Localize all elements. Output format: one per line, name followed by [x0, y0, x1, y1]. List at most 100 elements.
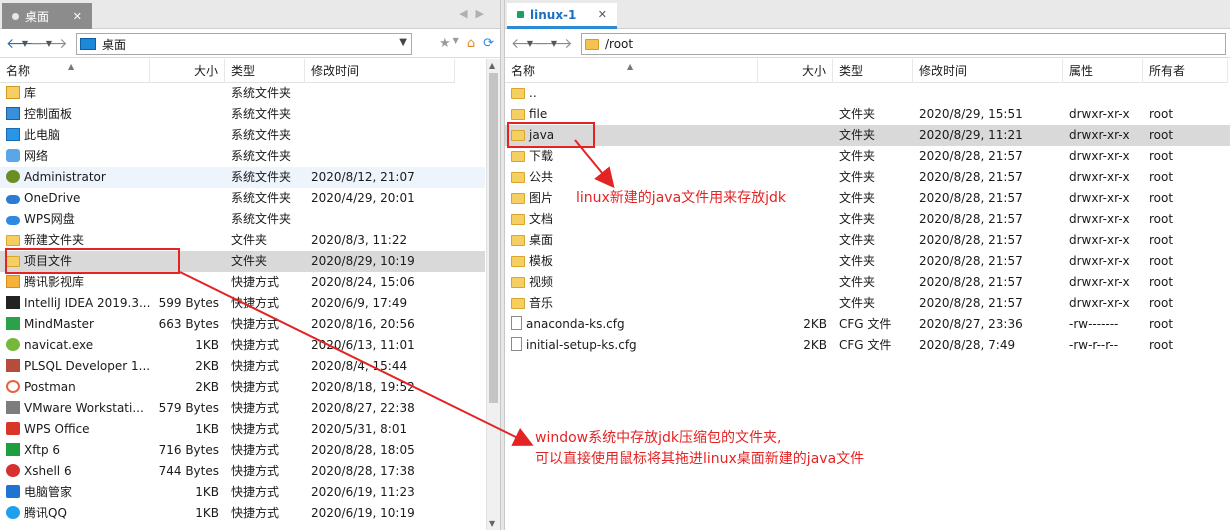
column-attributes[interactable]: 属性: [1063, 58, 1143, 83]
tab-status-icon: [12, 12, 19, 20]
table-row[interactable]: ..: [505, 83, 1230, 104]
file-size: [150, 125, 225, 146]
scroll-up-icon[interactable]: ▲: [489, 61, 495, 70]
column-type[interactable]: 类型: [225, 58, 305, 83]
forward-arrow-icon[interactable]: 🡒: [535, 35, 573, 52]
table-row[interactable]: PLSQL Developer 1... 2KB 快捷方式 2020/8/4, 15:…: [0, 356, 485, 377]
table-row[interactable]: 文档 文件夹 2020/8/28, 21:57 drwxr-xr-x root: [505, 209, 1230, 230]
sort-ascending-icon: ▲: [627, 61, 634, 71]
file-type: CFG 文件: [839, 338, 892, 352]
file-name: file: [529, 107, 548, 121]
table-row[interactable]: 桌面 文件夹 2020/8/28, 21:57 drwxr-xr-x root: [505, 230, 1230, 251]
local-tabbar: 桌面 ✕ ◀▶: [0, 0, 500, 29]
tab-linux-1[interactable]: linux-1 ✕: [507, 3, 617, 29]
chevron-down-icon[interactable]: ▼: [399, 37, 407, 48]
column-size[interactable]: 大小: [758, 58, 833, 83]
tab-linux-1-label: linux-1: [530, 7, 577, 22]
remote-file-list: .. file 文件夹 2020/8/29, 15:51 drwxr-xr-x root j…: [505, 83, 1230, 356]
file-attributes: [1063, 83, 1143, 104]
file-type: 系统文件夹: [231, 149, 292, 163]
table-row[interactable]: OneDrive 系统文件夹 2020/4/29, 20:01: [0, 188, 485, 209]
column-size[interactable]: 大小: [150, 58, 225, 83]
file-type: 文件夹: [839, 128, 876, 142]
back-arrow-icon[interactable]: 🡐: [511, 35, 549, 52]
table-row[interactable]: 音乐 文件夹 2020/8/28, 21:57 drwxr-xr-x root: [505, 293, 1230, 314]
chevron-down-icon[interactable]: ▼: [525, 39, 535, 48]
table-row[interactable]: java 文件夹 2020/8/29, 11:21 drwxr-xr-x root: [505, 125, 1230, 146]
table-row[interactable]: file 文件夹 2020/8/29, 15:51 drwxr-xr-x root: [505, 104, 1230, 125]
column-modified[interactable]: 修改时间: [913, 58, 1063, 83]
chevron-down-icon[interactable]: ▼: [549, 39, 559, 48]
remote-address-text: /root: [605, 37, 634, 51]
table-row[interactable]: IntelliJ IDEA 2019.3.... 599 Bytes 快捷方式 202…: [0, 293, 485, 314]
file-modified: 2020/8/18, 19:52: [311, 380, 415, 394]
table-row[interactable]: 公共 文件夹 2020/8/28, 21:57 drwxr-xr-x root: [505, 167, 1230, 188]
scroll-thumb[interactable]: [489, 73, 498, 403]
file-name-cell: MindMaster: [0, 314, 150, 335]
file-attributes: drwxr-xr-x: [1069, 149, 1130, 163]
forward-arrow-icon[interactable]: 🡒: [30, 35, 68, 52]
remote-address-bar[interactable]: /root: [581, 33, 1226, 55]
home-icon[interactable]: ⌂: [467, 36, 475, 51]
column-name-label: 名称: [6, 63, 31, 78]
table-row[interactable]: 腾讯影视库 快捷方式 2020/8/24, 15:06: [0, 272, 485, 293]
column-modified[interactable]: 修改时间: [305, 58, 455, 83]
table-row[interactable]: 控制面板 系统文件夹: [0, 104, 485, 125]
tab-scroll-arrows-icon[interactable]: ◀▶: [459, 7, 492, 20]
file-icon: [511, 316, 522, 330]
table-row[interactable]: 腾讯QQ 1KB 快捷方式 2020/6/19, 10:19: [0, 503, 485, 524]
table-row[interactable]: navicat.exe 1KB 快捷方式 2020/6/13, 11:01: [0, 335, 485, 356]
table-row[interactable]: initial-setup-ks.cfg 2KB CFG 文件 2020/8/28, …: [505, 335, 1230, 356]
file-size: [758, 251, 833, 272]
file-type: 快捷方式: [231, 359, 280, 373]
close-icon[interactable]: ✕: [73, 10, 82, 23]
star-icon[interactable]: ★: [439, 36, 451, 51]
table-row[interactable]: 网络 系统文件夹: [0, 146, 485, 167]
table-row[interactable]: 此电脑 系统文件夹: [0, 125, 485, 146]
chevron-down-icon[interactable]: ▼: [20, 39, 30, 48]
file-icon: [511, 337, 522, 351]
refresh-icon[interactable]: ⟳: [483, 36, 494, 51]
table-row[interactable]: 模板 文件夹 2020/8/28, 21:57 drwxr-xr-x root: [505, 251, 1230, 272]
column-owner[interactable]: 所有者: [1143, 58, 1228, 83]
column-type[interactable]: 类型: [833, 58, 913, 83]
column-name[interactable]: 名称 ▲: [505, 58, 758, 83]
file-size: [758, 146, 833, 167]
local-scrollbar[interactable]: ▲ ▼: [486, 59, 500, 530]
file-type: 系统文件夹: [231, 191, 292, 205]
back-arrow-icon[interactable]: 🡐: [6, 35, 44, 52]
table-row[interactable]: WPS Office 1KB 快捷方式 2020/5/31, 8:01: [0, 419, 485, 440]
table-row[interactable]: anaconda-ks.cfg 2KB CFG 文件 2020/8/27, 23:36…: [505, 314, 1230, 335]
file-name-cell: OneDrive: [0, 188, 150, 209]
table-row[interactable]: VMware Workstati... 579 Bytes 快捷方式 2020/8/2…: [0, 398, 485, 419]
table-row[interactable]: Xftp 6 716 Bytes 快捷方式 2020/8/28, 18:05: [0, 440, 485, 461]
local-address-bar[interactable]: 桌面 ▼: [76, 33, 412, 55]
table-row[interactable]: MindMaster 663 Bytes 快捷方式 2020/8/16, 20:56: [0, 314, 485, 335]
file-modified: 2020/8/28, 21:57: [919, 233, 1023, 247]
library-icon: [6, 86, 20, 99]
close-icon[interactable]: ✕: [598, 8, 607, 21]
file-size: 1KB: [195, 338, 219, 352]
file-type: 快捷方式: [231, 380, 280, 394]
table-row[interactable]: Administrator 系统文件夹 2020/8/12, 21:07: [0, 167, 485, 188]
column-name[interactable]: 名称 ▲: [0, 58, 150, 83]
file-name-cell: 腾讯影视库: [0, 272, 150, 293]
folder-icon: [511, 151, 525, 162]
chevron-down-icon[interactable]: ▼: [44, 39, 54, 48]
file-name-cell: 模板: [505, 251, 758, 272]
file-name: WPS网盘: [24, 212, 75, 226]
chevron-down-icon[interactable]: ▼: [453, 36, 459, 51]
scroll-down-icon[interactable]: ▼: [489, 519, 495, 528]
table-row[interactable]: Xshell 6 744 Bytes 快捷方式 2020/8/28, 17:38: [0, 461, 485, 482]
table-row[interactable]: 下载 文件夹 2020/8/28, 21:57 drwxr-xr-x root: [505, 146, 1230, 167]
table-row[interactable]: WPS网盘 系统文件夹: [0, 209, 485, 230]
local-toolbar: 🡐 ▼ 🡒 ▼ 桌面 ▼ ★ ▼ ⌂ ⟳: [0, 30, 500, 58]
file-type: 快捷方式: [231, 338, 280, 352]
folder-icon: [511, 256, 525, 267]
file-name-cell: PLSQL Developer 1...: [0, 356, 150, 377]
tab-desktop[interactable]: 桌面 ✕: [2, 3, 92, 29]
table-row[interactable]: Postman 2KB 快捷方式 2020/8/18, 19:52: [0, 377, 485, 398]
table-row[interactable]: 视频 文件夹 2020/8/28, 21:57 drwxr-xr-x root: [505, 272, 1230, 293]
table-row[interactable]: 电脑管家 1KB 快捷方式 2020/6/19, 11:23: [0, 482, 485, 503]
table-row[interactable]: 库 系统文件夹: [0, 83, 485, 104]
